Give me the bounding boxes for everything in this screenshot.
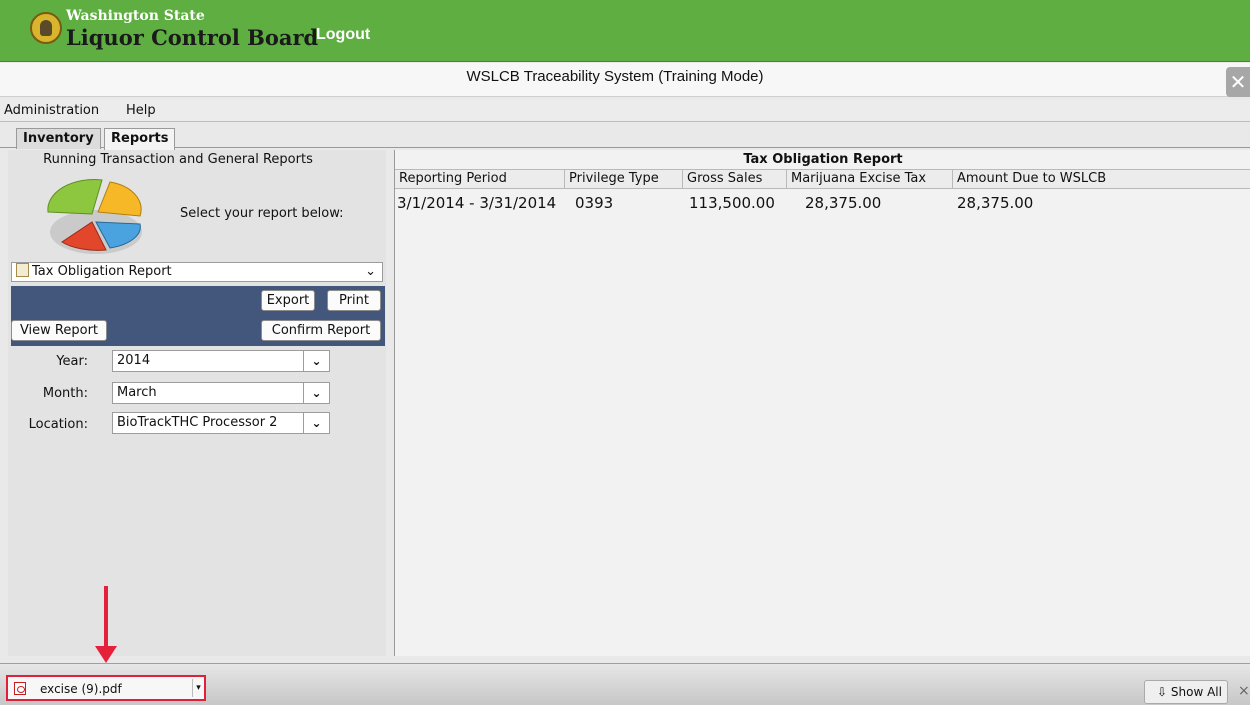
panel-heading: Running Transaction and General Reports <box>43 152 313 167</box>
year-label: Year: <box>56 354 88 369</box>
pie-chart-icon <box>47 179 142 254</box>
column-header[interactable]: Reporting Period <box>395 170 565 189</box>
state-seal-icon <box>30 12 62 44</box>
year-select[interactable]: 2014 ⌄ <box>112 350 330 372</box>
report-type-select[interactable]: Tax Obligation Report ⌄ <box>11 262 383 282</box>
download-item[interactable]: excise (9).pdf ▾ <box>6 675 206 701</box>
report-selection-panel: Running Transaction and General Reports … <box>8 150 386 656</box>
app-header: Washington State Liquor Control Board Lo… <box>0 0 1250 62</box>
location-value: BioTrackTHC Processor 2 <box>117 415 278 430</box>
tab-inventory[interactable]: Inventory <box>16 128 101 149</box>
chevron-down-icon: ⌄ <box>303 382 329 404</box>
report-document-icon <box>16 263 29 277</box>
print-button[interactable]: Print <box>327 290 381 311</box>
export-button[interactable]: Export <box>261 290 315 311</box>
menu-administration[interactable]: Administration <box>4 103 99 118</box>
close-download-bar-icon[interactable]: × <box>1238 683 1250 699</box>
annotation-arrow-head <box>95 646 117 663</box>
column-header[interactable]: Marijuana Excise Tax <box>787 170 953 189</box>
menu-help[interactable]: Help <box>126 103 156 118</box>
chevron-down-icon: ⌄ <box>365 264 376 279</box>
column-header[interactable]: Gross Sales <box>683 170 787 189</box>
report-view: Tax Obligation Report Reporting Period P… <box>394 150 1250 656</box>
chevron-down-icon: ⌄ <box>303 412 329 434</box>
window-titlebar: WSLCB Traceability System (Training Mode… <box>0 63 1250 97</box>
column-header[interactable]: Privilege Type <box>565 170 683 189</box>
chevron-down-icon[interactable]: ▾ <box>192 679 204 697</box>
column-header[interactable]: Amount Due to WSLCB <box>953 170 1250 189</box>
table-cell: 3/1/2014 - 3/31/2014 <box>397 194 557 212</box>
tab-reports[interactable]: Reports <box>104 128 176 150</box>
download-file-name: excise (9).pdf <box>40 682 122 696</box>
menu-bar: Administration Help <box>0 100 1250 122</box>
table-cell: 28,375.00 <box>957 194 1034 212</box>
chevron-down-icon: ⌄ <box>303 350 329 372</box>
logout-link[interactable]: Logout <box>316 26 370 44</box>
download-arrow-icon: ⇩ <box>1157 685 1171 699</box>
confirm-report-button[interactable]: Confirm Report <box>261 320 381 341</box>
location-label: Location: <box>28 417 88 432</box>
view-report-button[interactable]: View Report <box>11 320 107 341</box>
select-report-prompt: Select your report below: <box>180 206 344 221</box>
month-label: Month: <box>42 386 88 401</box>
table-cell: 113,500.00 <box>689 194 775 212</box>
month-value: March <box>117 385 157 400</box>
download-bar: excise (9).pdf ▾ ⇩ Show All × <box>0 663 1250 705</box>
report-title: Tax Obligation Report <box>743 152 903 167</box>
org-name-line2: Liquor Control Board <box>66 25 319 50</box>
window-title: WSLCB Traceability System (Training Mode… <box>466 68 764 85</box>
month-select[interactable]: March ⌄ <box>112 382 330 404</box>
report-type-value: Tax Obligation Report <box>32 264 172 279</box>
report-actions-panel: Export Print View Report Confirm Report <box>11 286 385 346</box>
pdf-file-icon <box>14 682 26 695</box>
close-icon[interactable]: ✕ <box>1226 67 1250 97</box>
org-name-line1: Washington State <box>66 8 205 24</box>
show-all-label: Show All <box>1170 685 1222 699</box>
table-cell: 28,375.00 <box>805 194 882 212</box>
location-select[interactable]: BioTrackTHC Processor 2 ⌄ <box>112 412 330 434</box>
table-cell: 0393 <box>575 194 614 212</box>
year-value: 2014 <box>117 353 151 368</box>
show-all-button[interactable]: ⇩ Show All <box>1144 680 1228 704</box>
tab-strip: Inventory Reports <box>0 124 1250 150</box>
annotation-arrow <box>104 586 108 648</box>
report-table-header: Reporting Period Privilege Type Gross Sa… <box>395 169 1250 189</box>
